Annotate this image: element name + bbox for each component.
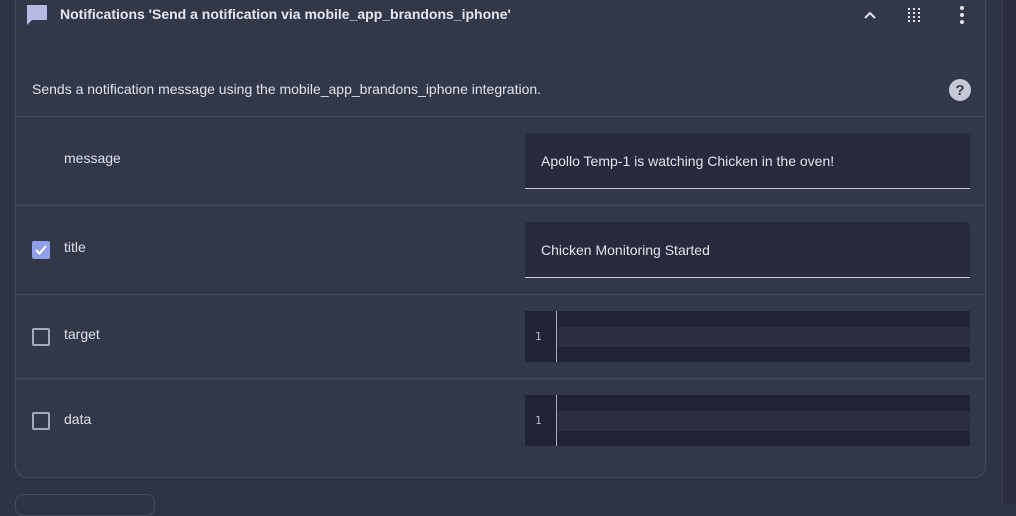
divider <box>16 378 985 379</box>
title-value: Chicken Monitoring Started <box>541 242 710 258</box>
action-description: Sends a notification message using the m… <box>32 81 542 97</box>
action-card: Notifications 'Send a notification via m… <box>15 0 986 478</box>
help-icon[interactable]: ? <box>949 79 971 101</box>
card-title: Notifications 'Send a notification via m… <box>60 6 511 22</box>
more-options-button[interactable] <box>947 1 977 29</box>
divider <box>16 205 985 206</box>
active-line <box>557 327 970 347</box>
chevron-up-icon <box>864 11 876 19</box>
line-gutter: 1 <box>525 395 557 446</box>
target-checkbox[interactable] <box>32 328 50 346</box>
title-field[interactable]: Chicken Monitoring Started <box>525 222 970 278</box>
message-label: message <box>64 150 121 166</box>
check-icon <box>35 245 47 255</box>
dots-vertical-icon <box>960 6 964 24</box>
line-number: 1 <box>535 414 542 427</box>
card-header[interactable]: Notifications 'Send a notification via m… <box>16 1 985 45</box>
message-field[interactable]: Apollo Temp-1 is watching Chicken in the… <box>525 133 970 189</box>
page-scrollbar[interactable] <box>1002 0 1016 504</box>
line-number: 1 <box>535 330 542 343</box>
next-card-edge <box>15 494 155 516</box>
line-gutter: 1 <box>525 311 557 362</box>
target-code-editor[interactable]: 1 <box>525 311 970 362</box>
divider <box>16 116 985 117</box>
message-value: Apollo Temp-1 is watching Chicken in the… <box>541 153 835 169</box>
message-icon <box>26 4 48 26</box>
drag-handle[interactable] <box>899 1 929 29</box>
data-checkbox[interactable] <box>32 412 50 430</box>
data-label: data <box>64 411 92 427</box>
target-label: target <box>64 326 100 342</box>
collapse-button[interactable] <box>855 1 885 29</box>
title-label: title <box>64 239 86 255</box>
drag-dots-icon <box>908 8 920 22</box>
divider <box>16 294 985 295</box>
data-code-editor[interactable]: 1 <box>525 395 970 446</box>
active-line <box>557 411 970 431</box>
title-checkbox[interactable] <box>32 241 50 259</box>
